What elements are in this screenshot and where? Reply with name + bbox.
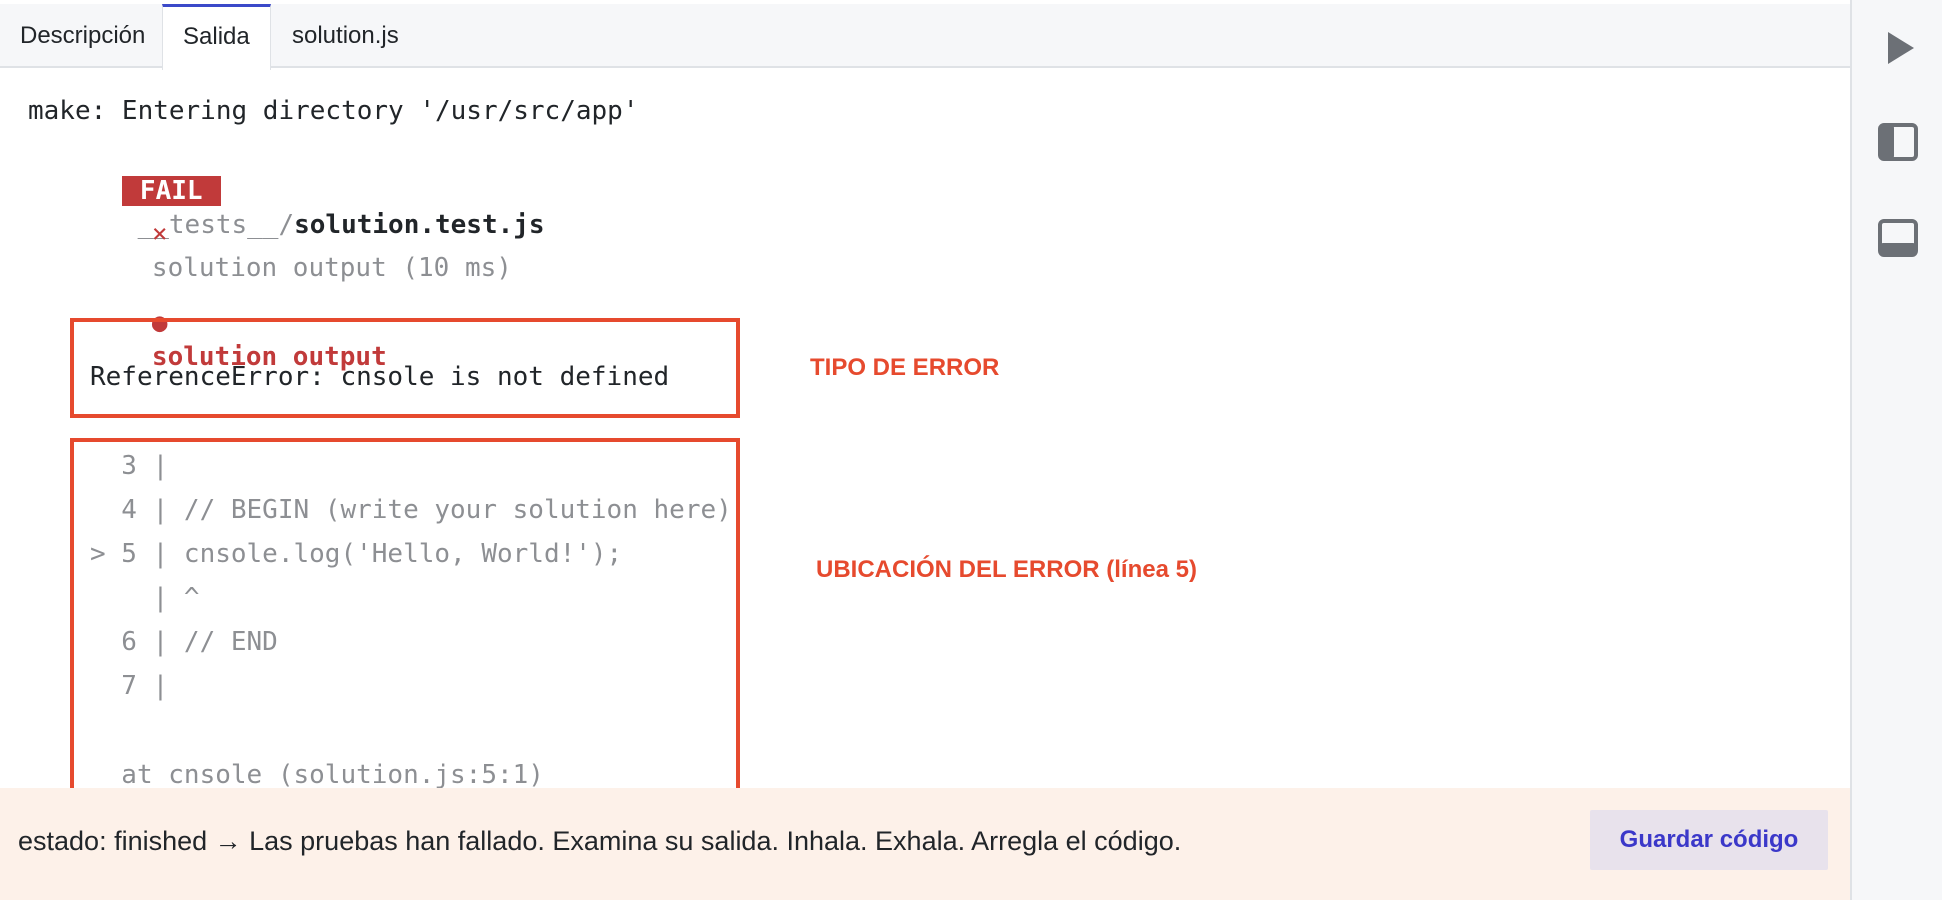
status-bar: estado: finished → Las pruebas han falla… [0,788,1850,900]
panel-bottom-icon[interactable] [1874,214,1922,262]
tab-salida[interactable]: Salida [162,4,271,70]
tab-solution-js[interactable]: solution.js [272,4,419,68]
play-icon[interactable] [1874,24,1922,72]
save-code-button[interactable]: Guardar código [1590,810,1828,870]
tab-bar: Descripción Salida solution.js [0,4,1850,70]
tab-descripcion[interactable]: Descripción [0,4,165,68]
annotation-error-location: UBICACIÓN DEL ERROR (línea 5) [816,556,1197,583]
make-line: make: Entering directory '/usr/src/app' [28,96,639,126]
panel-left-icon[interactable] [1874,118,1922,166]
fail-x-icon: × [151,219,168,249]
error-location-box [70,438,740,788]
error-type-box [70,318,740,418]
annotation-error-type: TIPO DE ERROR [810,354,1000,381]
output-console: make: Entering directory '/usr/src/app' … [0,68,1850,788]
status-text: estado: finished → Las pruebas han falla… [18,826,1182,856]
main-panel: Descripción Salida solution.js make: Ent… [0,0,1850,900]
right-toolbar [1850,0,1942,900]
